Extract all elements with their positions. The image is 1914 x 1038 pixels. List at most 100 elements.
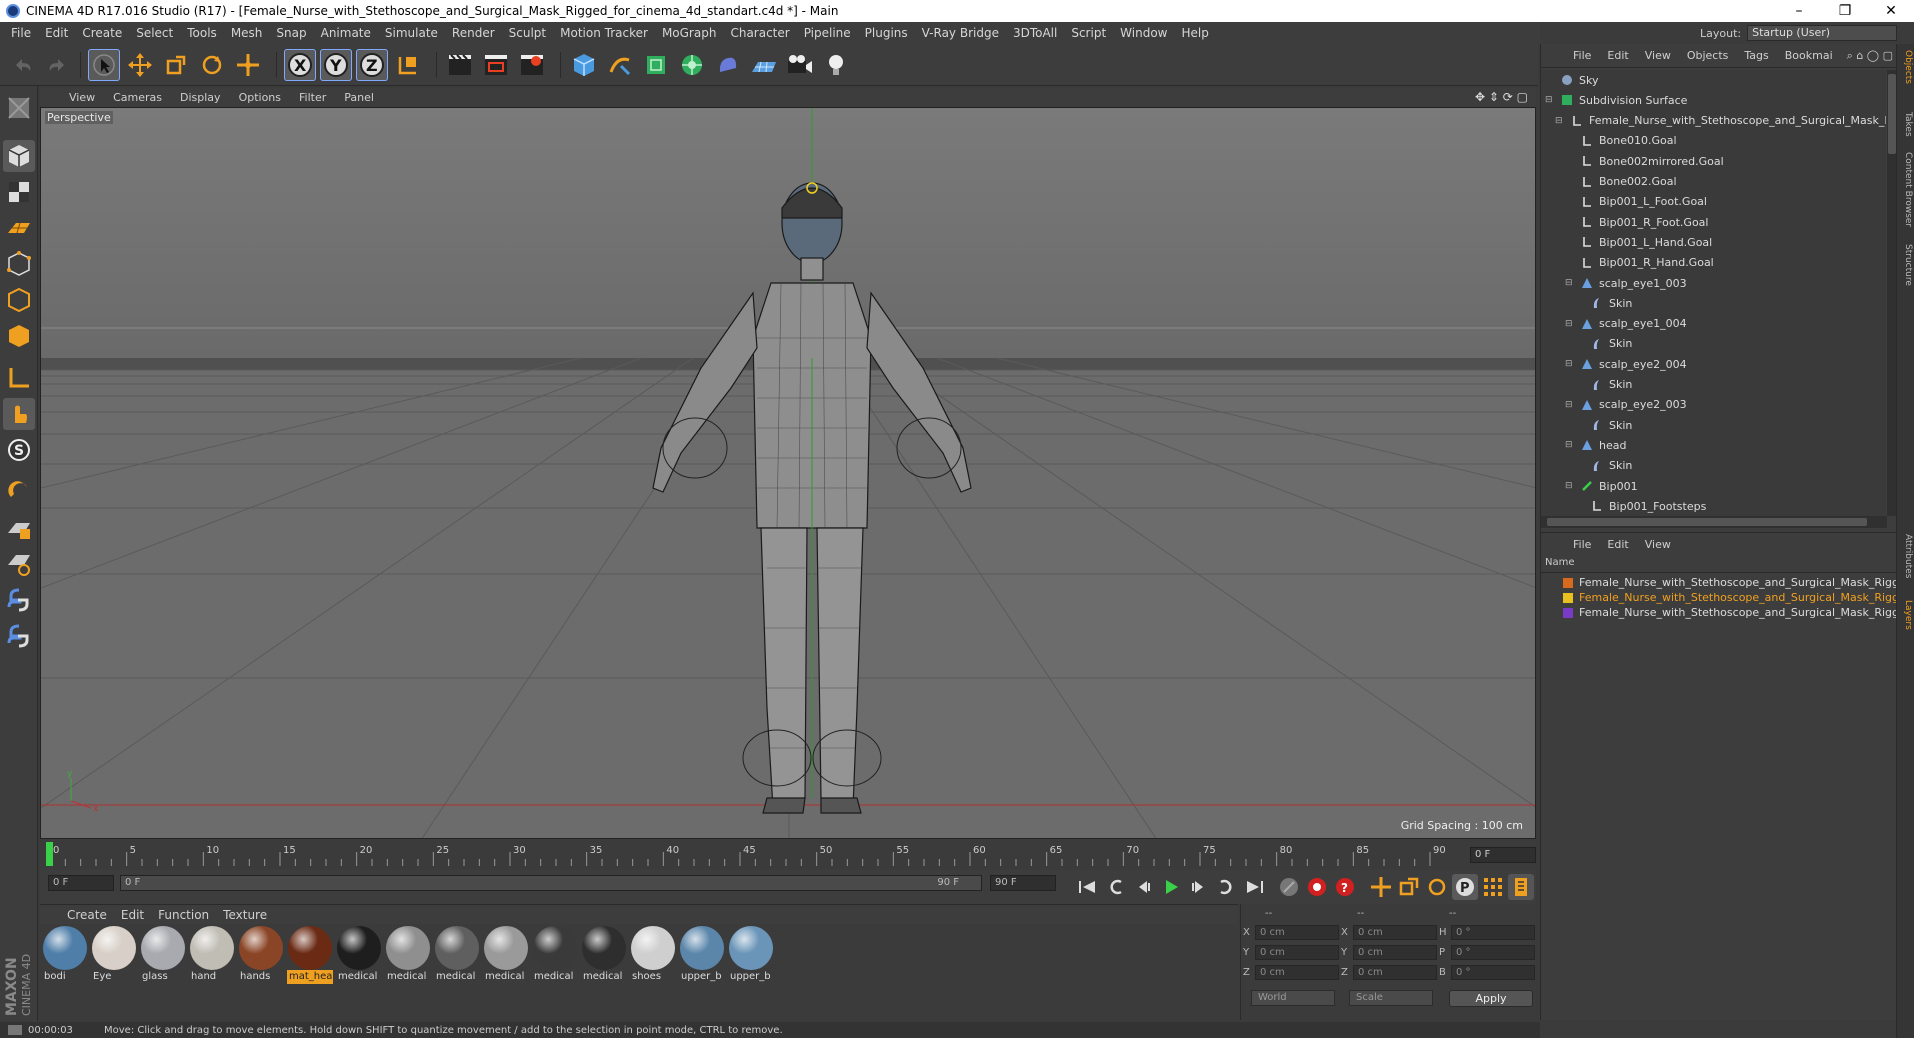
render-region-icon[interactable] <box>480 49 512 81</box>
layout-dropdown[interactable]: Startup (User) <box>1747 25 1898 41</box>
viewport-menu-view[interactable]: View <box>60 91 104 104</box>
menu-sculpt[interactable]: Sculpt <box>502 26 553 40</box>
material-swatch[interactable]: glass <box>140 926 186 984</box>
menu-edit[interactable]: Edit <box>38 26 75 40</box>
end-frame-field[interactable]: 90 F <box>990 875 1056 891</box>
viewport-menu-display[interactable]: Display <box>171 91 230 104</box>
material-swatch[interactable]: upper_b <box>679 926 725 984</box>
layer-menu-file[interactable]: File <box>1565 538 1599 551</box>
layer-color-swatch[interactable] <box>1563 607 1573 618</box>
material-swatch[interactable]: medical <box>483 926 529 984</box>
coordinate-space-dropdown[interactable]: World <box>1251 990 1335 1006</box>
position-z-field[interactable]: 0 cm <box>1255 965 1339 980</box>
layer-item[interactable]: Female_Nurse_with_Stethoscope_and_Surgic… <box>1541 590 1897 605</box>
menu-window[interactable]: Window <box>1113 26 1174 40</box>
rotate-icon[interactable] <box>196 49 228 81</box>
object-tree-item[interactable]: Bip001_L_Hand.Goal <box>1541 232 1886 252</box>
object-horizontal-scrollbar[interactable] <box>1541 516 1887 528</box>
camera-icon[interactable] <box>784 49 816 81</box>
menu-3dtoall[interactable]: 3DToAll <box>1006 26 1064 40</box>
object-tree-item[interactable]: ⊟ Female_Nurse_with_Stethoscope_and_Surgi… <box>1541 111 1886 131</box>
edges-mode-icon[interactable] <box>3 284 35 316</box>
object-tree-item[interactable]: ⊟ scalp_eye2_004 <box>1541 354 1886 374</box>
menu-select[interactable]: Select <box>129 26 180 40</box>
playhead[interactable] <box>46 842 53 866</box>
key-point-level-icon[interactable] <box>1480 874 1506 900</box>
material-swatch[interactable]: medical <box>581 926 627 984</box>
z-axis-icon[interactable]: Z <box>356 49 388 81</box>
object-tree-item[interactable]: Skin <box>1541 293 1886 313</box>
object-tree-item[interactable]: Skin <box>1541 375 1886 395</box>
start-frame-field[interactable]: 0 F <box>48 875 114 891</box>
scale-icon[interactable] <box>160 49 192 81</box>
material-swatch[interactable]: hand <box>189 926 235 984</box>
floor-icon[interactable] <box>748 49 780 81</box>
expand-toggle-icon[interactable]: ⊟ <box>1565 278 1573 288</box>
menu-pipeline[interactable]: Pipeline <box>797 26 858 40</box>
transform-icon[interactable] <box>232 49 264 81</box>
coordinate-system-icon[interactable] <box>392 49 424 81</box>
object-tree-item[interactable]: ⊟ Bip001 <box>1541 476 1886 496</box>
workplane-mode-icon[interactable] <box>3 212 35 244</box>
go-to-start-icon[interactable] <box>1074 874 1100 900</box>
material-swatch[interactable]: bodi <box>42 926 88 984</box>
layer-color-swatch[interactable] <box>1563 592 1573 603</box>
menu-create[interactable]: Create <box>75 26 129 40</box>
tab-layers[interactable]: Layers <box>1899 600 1913 630</box>
deformer-icon[interactable] <box>712 49 744 81</box>
object-menu-tags[interactable]: Tags <box>1736 49 1776 62</box>
object-tree-item[interactable]: ⊟ head <box>1541 435 1886 455</box>
make-editable-icon[interactable] <box>3 92 35 124</box>
menu-snap[interactable]: Snap <box>269 26 313 40</box>
pen-spline-icon[interactable] <box>604 49 636 81</box>
previous-frame-icon[interactable] <box>1130 874 1156 900</box>
polygons-mode-icon[interactable] <box>3 320 35 352</box>
planar-workplane-icon[interactable] <box>3 548 35 580</box>
viewport-menu-panel[interactable]: Panel <box>335 91 383 104</box>
cube-primitive-icon[interactable] <box>568 49 600 81</box>
subdivision-surface-icon[interactable] <box>640 49 672 81</box>
maximize-button[interactable]: ❐ <box>1822 0 1868 22</box>
menu-mesh[interactable]: Mesh <box>224 26 270 40</box>
viewport-menu-filter[interactable]: Filter <box>290 91 335 104</box>
autokeying-icon[interactable]: ? <box>1332 874 1358 900</box>
object-manager-nav-icons[interactable]: ⌕ ⌂ ◯ ▢ <box>1847 49 1893 63</box>
material-menu-texture[interactable]: Texture <box>216 908 274 922</box>
key-parameter-icon[interactable]: P <box>1452 874 1478 900</box>
next-frame-icon[interactable] <box>1186 874 1212 900</box>
object-tree-item[interactable]: Bone002mirrored.Goal <box>1541 151 1886 171</box>
layer-menu-view[interactable]: View <box>1637 538 1679 551</box>
viewport-menu-options[interactable]: Options <box>230 91 290 104</box>
position-x-field[interactable]: 0 cm <box>1255 925 1339 940</box>
menu-animate[interactable]: Animate <box>314 26 378 40</box>
light-icon[interactable] <box>820 49 852 81</box>
tweak-mode-icon[interactable] <box>3 398 35 430</box>
expand-toggle-icon[interactable]: ⊟ <box>1565 319 1573 329</box>
rotation-b-field[interactable]: 0 ° <box>1451 965 1535 980</box>
object-tree-item[interactable]: Bip001_R_Foot.Goal <box>1541 212 1886 232</box>
minimize-button[interactable]: – <box>1776 0 1822 22</box>
play-forward-icon[interactable] <box>1158 874 1184 900</box>
expand-toggle-icon[interactable]: ⊟ <box>1565 481 1573 491</box>
position-y-field[interactable]: 0 cm <box>1255 945 1339 960</box>
menu-file[interactable]: File <box>4 26 38 40</box>
timeline-ruler[interactable]: 0 5 10 15 20 25 30 35 40 45 50 55 60 65 70 75 80 85 90 <box>40 840 1536 870</box>
snap-icon[interactable] <box>3 476 35 508</box>
model-mode-icon[interactable] <box>3 140 35 172</box>
object-menu-file[interactable]: File <box>1565 49 1599 62</box>
3d-viewport[interactable]: y x Perspective Grid Spacing : 100 cm <box>40 107 1536 839</box>
solo-icon[interactable]: S <box>3 434 35 466</box>
tab-structure[interactable]: Structure <box>1899 244 1913 286</box>
object-tree-item[interactable]: Skin <box>1541 456 1886 476</box>
object-tree-item[interactable]: Bip001_L_Foot.Goal <box>1541 192 1886 212</box>
y-axis-icon[interactable]: Y <box>320 49 352 81</box>
object-tree-item[interactable]: ⊟ scalp_eye1_003 <box>1541 273 1886 293</box>
previous-key-icon[interactable] <box>1104 874 1130 900</box>
x-axis-icon[interactable]: X <box>284 49 316 81</box>
move-icon[interactable] <box>124 49 156 81</box>
expand-toggle-icon[interactable]: ⊟ <box>1565 440 1573 450</box>
preview-range-slider[interactable]: 0 F 90 F <box>120 875 982 891</box>
material-swatch[interactable]: medical <box>434 926 480 984</box>
menu-character[interactable]: Character <box>723 26 796 40</box>
expand-toggle-icon[interactable]: ⊟ <box>1545 95 1553 105</box>
